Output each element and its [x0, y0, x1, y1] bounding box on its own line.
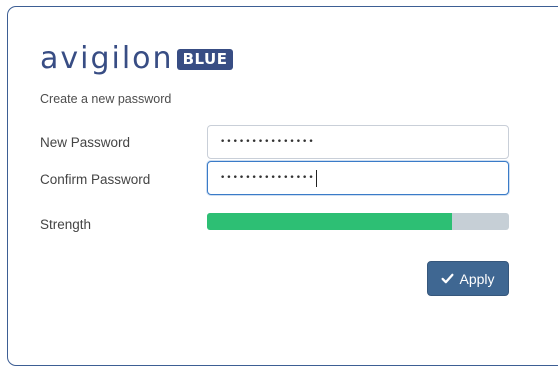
logo-wordmark: avigilon: [40, 41, 174, 76]
avigilon-blue-logo: avigilon BLUE: [40, 41, 234, 76]
logo-badge: BLUE: [176, 48, 234, 70]
new-password-field[interactable]: •••••••••••••••: [207, 125, 509, 159]
form-subtitle: Create a new password: [40, 92, 172, 106]
strength-meter: [207, 213, 509, 230]
strength-meter-fill: [207, 213, 452, 230]
check-icon: [441, 273, 454, 284]
strength-label: Strength: [40, 217, 92, 232]
confirm-password-value: •••••••••••••••: [220, 172, 315, 183]
new-password-label: New Password: [40, 135, 131, 150]
confirm-password-field[interactable]: •••••••••••••••: [207, 161, 509, 195]
apply-label: Apply: [459, 270, 495, 287]
apply-button[interactable]: Apply: [427, 261, 509, 296]
new-password-value: •••••••••••••••: [220, 136, 315, 147]
confirm-password-label: Confirm Password: [40, 172, 151, 187]
text-caret: [315, 169, 317, 187]
